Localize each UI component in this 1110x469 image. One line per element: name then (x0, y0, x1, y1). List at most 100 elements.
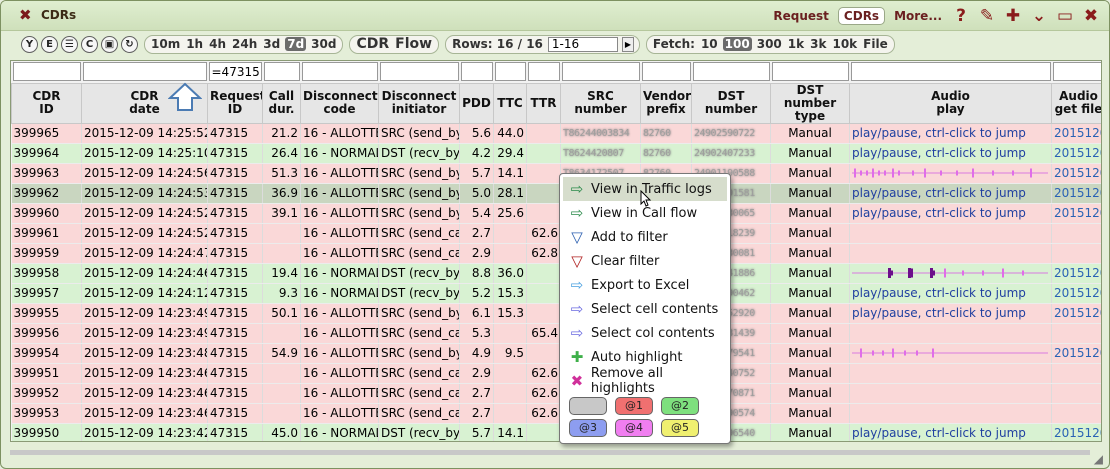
context-menu-item[interactable]: ▽ Clear filter (560, 249, 730, 273)
table-row[interactable]: 399959 2015-12-09 14:24:47 47315 16 - ALLOT… (11, 243, 1101, 264)
audio-play-link[interactable]: play/pause, ctrl-click to jump (852, 306, 1026, 320)
add-icon[interactable]: ✚ (1003, 6, 1023, 26)
horizontal-scrollbar[interactable] (10, 450, 1090, 455)
time-range-4h[interactable]: 4h (208, 37, 227, 51)
table-row[interactable]: 399954 2015-12-09 14:23:48 47315 54.9 16 - A… (11, 343, 1101, 364)
sort-arrow-icon[interactable] (168, 82, 202, 112)
export-icon[interactable]: E (41, 35, 58, 53)
rows-input[interactable] (547, 36, 618, 52)
table-row[interactable]: 399955 2015-12-09 14:23:49 47315 50.1 16 - A… (11, 303, 1101, 324)
audio-play-link[interactable]: play/pause, ctrl-click to jump (852, 286, 1026, 300)
time-range-10m[interactable]: 10m (150, 37, 181, 51)
filter-clear-icon[interactable]: Y (21, 35, 38, 53)
column-header[interactable]: Request ID (207, 82, 263, 124)
column-filter-input[interactable] (561, 62, 640, 82)
table-row[interactable]: 399951 2015-12-09 14:23:46 47315 16 - ALLOT… (11, 363, 1101, 384)
audio-play-link[interactable]: play/pause, ctrl-click to jump (852, 126, 1026, 140)
audio-file-link[interactable]: 2015120 (1054, 306, 1101, 320)
context-menu-item[interactable]: ▽ Add to filter (560, 225, 730, 249)
highlight-button[interactable]: @1 (615, 397, 653, 415)
close-window-icon[interactable]: ✖ (1081, 6, 1101, 26)
column-filter-input[interactable] (1052, 62, 1101, 82)
table-row[interactable]: 399953 2015-12-09 14:23:46 47315 16 - ALLOT… (11, 403, 1101, 424)
column-filter-input[interactable] (771, 62, 849, 82)
column-header[interactable]: DST number type (770, 82, 850, 124)
audio-file-link[interactable]: 2015120 (1054, 146, 1101, 160)
fetch-option-1k[interactable]: 1k (787, 37, 805, 51)
fetch-option-3k[interactable]: 3k (809, 37, 827, 51)
audio-file-link[interactable]: 2015120 (1054, 426, 1101, 440)
table-row[interactable]: 399957 2015-12-09 14:24:12 47315 9.3 16 - NO… (11, 283, 1101, 304)
audio-play-link[interactable]: play/pause, ctrl-click to jump (852, 206, 1026, 220)
column-filter-input[interactable] (82, 62, 207, 82)
help-icon[interactable]: ? (951, 6, 971, 26)
audio-file-link[interactable]: 2015120 (1054, 206, 1101, 220)
save-icon[interactable]: ▣ (101, 35, 118, 53)
table-row[interactable]: 399960 2015-12-09 14:24:52 47315 39.1 16 - A… (11, 203, 1101, 224)
column-filter-input[interactable] (379, 62, 459, 82)
audio-play-link[interactable]: play/pause, ctrl-click to jump (852, 146, 1026, 160)
copy-icon[interactable]: C (81, 35, 98, 53)
fetch-option-10k[interactable]: 10k (831, 37, 858, 51)
audio-file-link[interactable]: 2015120 (1054, 346, 1101, 360)
cdr-view-button[interactable]: CDR (355, 36, 390, 52)
resize-handle-icon[interactable]: ◢ (1094, 452, 1103, 466)
flow-view-button[interactable]: Flow (394, 36, 433, 52)
highlight-button[interactable]: @4 (615, 419, 653, 437)
maximize-icon[interactable]: ▭ (1055, 6, 1075, 26)
audio-waveform[interactable] (852, 267, 1048, 279)
fetch-option-300[interactable]: 300 (756, 37, 783, 51)
time-range-1h[interactable]: 1h (185, 37, 204, 51)
column-filter-input[interactable] (692, 62, 770, 82)
column-filter-input[interactable] (301, 62, 378, 82)
play-icon[interactable]: ▶ (621, 36, 634, 52)
column-filter-input[interactable] (12, 62, 81, 82)
column-filter-input[interactable] (641, 62, 691, 82)
column-header[interactable]: Disconnect initiator (378, 82, 460, 124)
context-menu-item[interactable]: ⇨ Select col contents (560, 321, 730, 345)
column-header[interactable]: Vendor prefix (640, 82, 692, 124)
time-range-24h[interactable]: 24h (231, 37, 258, 51)
column-header[interactable]: Audio play (849, 82, 1052, 124)
table-row[interactable]: 399961 2015-12-09 14:24:52 47315 16 - ALLOT… (11, 223, 1101, 244)
column-header[interactable]: CDR ID (11, 82, 82, 124)
time-range-3d[interactable]: 3d (262, 37, 281, 51)
table-row[interactable]: 399964 2015-12-09 14:25:10 47315 26.4 16 - N… (11, 143, 1101, 164)
columns-icon[interactable]: ☰ (61, 35, 78, 53)
context-menu-item[interactable]: ✖ Remove all highlights (560, 366, 730, 396)
nav-request[interactable]: Request (770, 7, 832, 25)
nav-cdrs[interactable]: CDRs (837, 7, 886, 25)
audio-file-link[interactable]: 2015120 (1054, 286, 1101, 300)
nav-more[interactable]: More... (891, 7, 945, 25)
table-row[interactable]: 399963 2015-12-09 14:24:56 47315 51.3 16 - A… (11, 163, 1101, 184)
column-header[interactable]: TTC (493, 82, 527, 124)
table-row[interactable]: 399958 2015-12-09 14:24:46 47315 19.4 16 - N… (11, 263, 1101, 284)
column-filter-input[interactable] (263, 62, 300, 82)
table-row[interactable]: 399952 2015-12-09 14:23:46 47315 16 - ALLOT… (11, 383, 1101, 404)
column-header[interactable]: Call dur. (262, 82, 301, 124)
column-header[interactable]: Disconnect code (300, 82, 379, 124)
column-header[interactable]: SRC number (560, 82, 641, 124)
column-filter-input[interactable] (494, 62, 526, 82)
context-menu-item[interactable]: ⇨ Select cell contents (560, 297, 730, 321)
audio-play-link[interactable]: play/pause, ctrl-click to jump (852, 426, 1026, 440)
close-icon[interactable]: ✖ (19, 8, 32, 23)
table-row[interactable]: 399965 2015-12-09 14:25:52 47315 21.2 16 - A… (11, 123, 1101, 144)
audio-file-link[interactable]: 2015120 (1054, 166, 1101, 180)
audio-waveform[interactable] (852, 167, 1048, 179)
context-menu-item[interactable]: ⇨ Export to Excel (560, 273, 730, 297)
column-filter-input[interactable] (527, 62, 560, 82)
time-range-7d[interactable]: 7d (285, 37, 307, 51)
column-filter-input[interactable] (460, 62, 493, 82)
fetch-option-100[interactable]: 100 (722, 37, 752, 51)
time-range-30d[interactable]: 30d (310, 37, 337, 51)
audio-file-link[interactable]: 2015120 (1054, 186, 1101, 200)
refresh-icon[interactable]: ↻ (121, 35, 138, 53)
column-header[interactable]: Audio get file (1051, 82, 1101, 124)
table-row[interactable]: 399962 2015-12-09 14:24:53 47315 36.9 16 - A… (11, 183, 1101, 204)
fetch-option-file[interactable]: File (862, 37, 889, 51)
audio-file-link[interactable]: 2015120 (1054, 126, 1101, 140)
column-header[interactable]: DST number (691, 82, 771, 124)
audio-play-link[interactable]: play/pause, ctrl-click to jump (852, 186, 1026, 200)
edit-icon[interactable]: ✎ (977, 6, 997, 26)
